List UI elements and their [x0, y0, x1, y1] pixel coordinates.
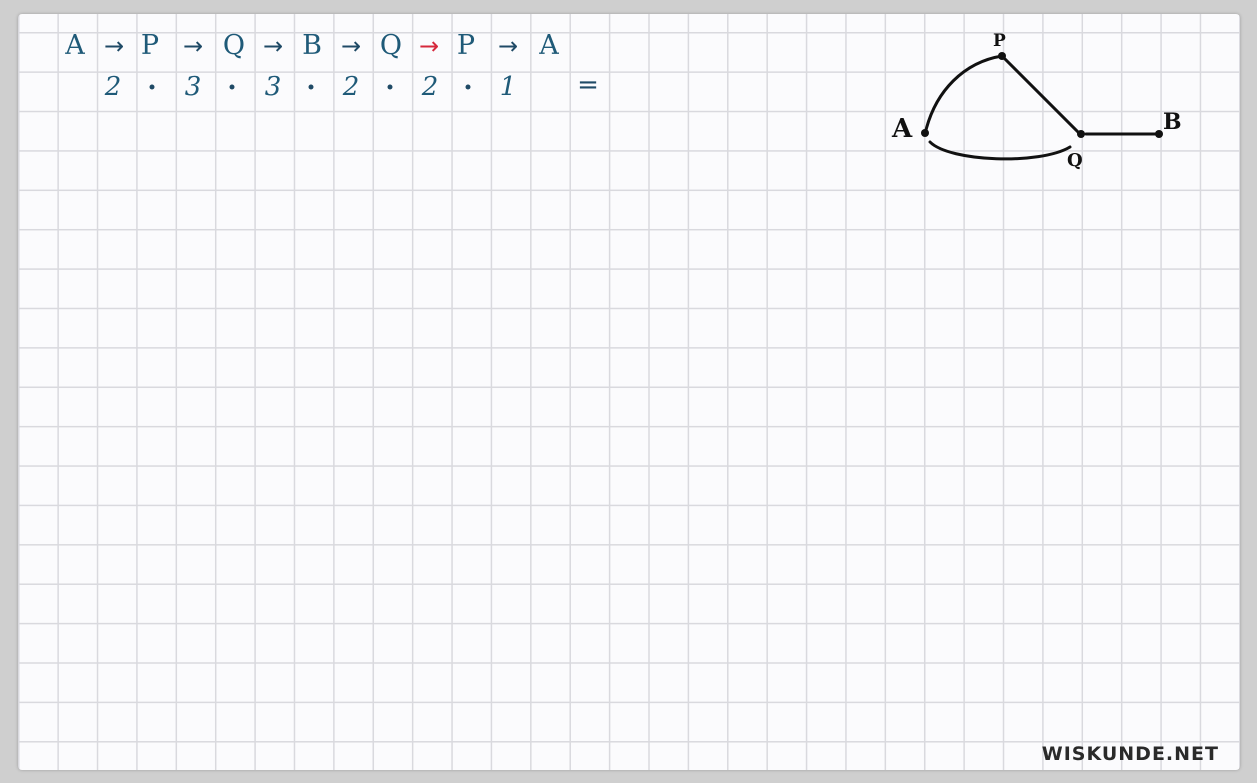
node-q-dot [1077, 130, 1085, 138]
node-b-dot [1155, 130, 1163, 138]
edge-a-p [923, 54, 1004, 136]
node-a-dot [921, 129, 929, 137]
node-label-b: B [1163, 109, 1182, 135]
node-label-p: P [993, 31, 1006, 51]
node-label-q: Q [1067, 150, 1083, 171]
watermark: WISKUNDE.NET [1041, 743, 1219, 765]
edge-p-q [1000, 54, 1082, 136]
node-p-dot [998, 52, 1006, 60]
node-label-a: A [891, 114, 913, 144]
edge-a-q [928, 140, 1072, 161]
graph-diagram: A P Q B [891, 31, 1182, 171]
